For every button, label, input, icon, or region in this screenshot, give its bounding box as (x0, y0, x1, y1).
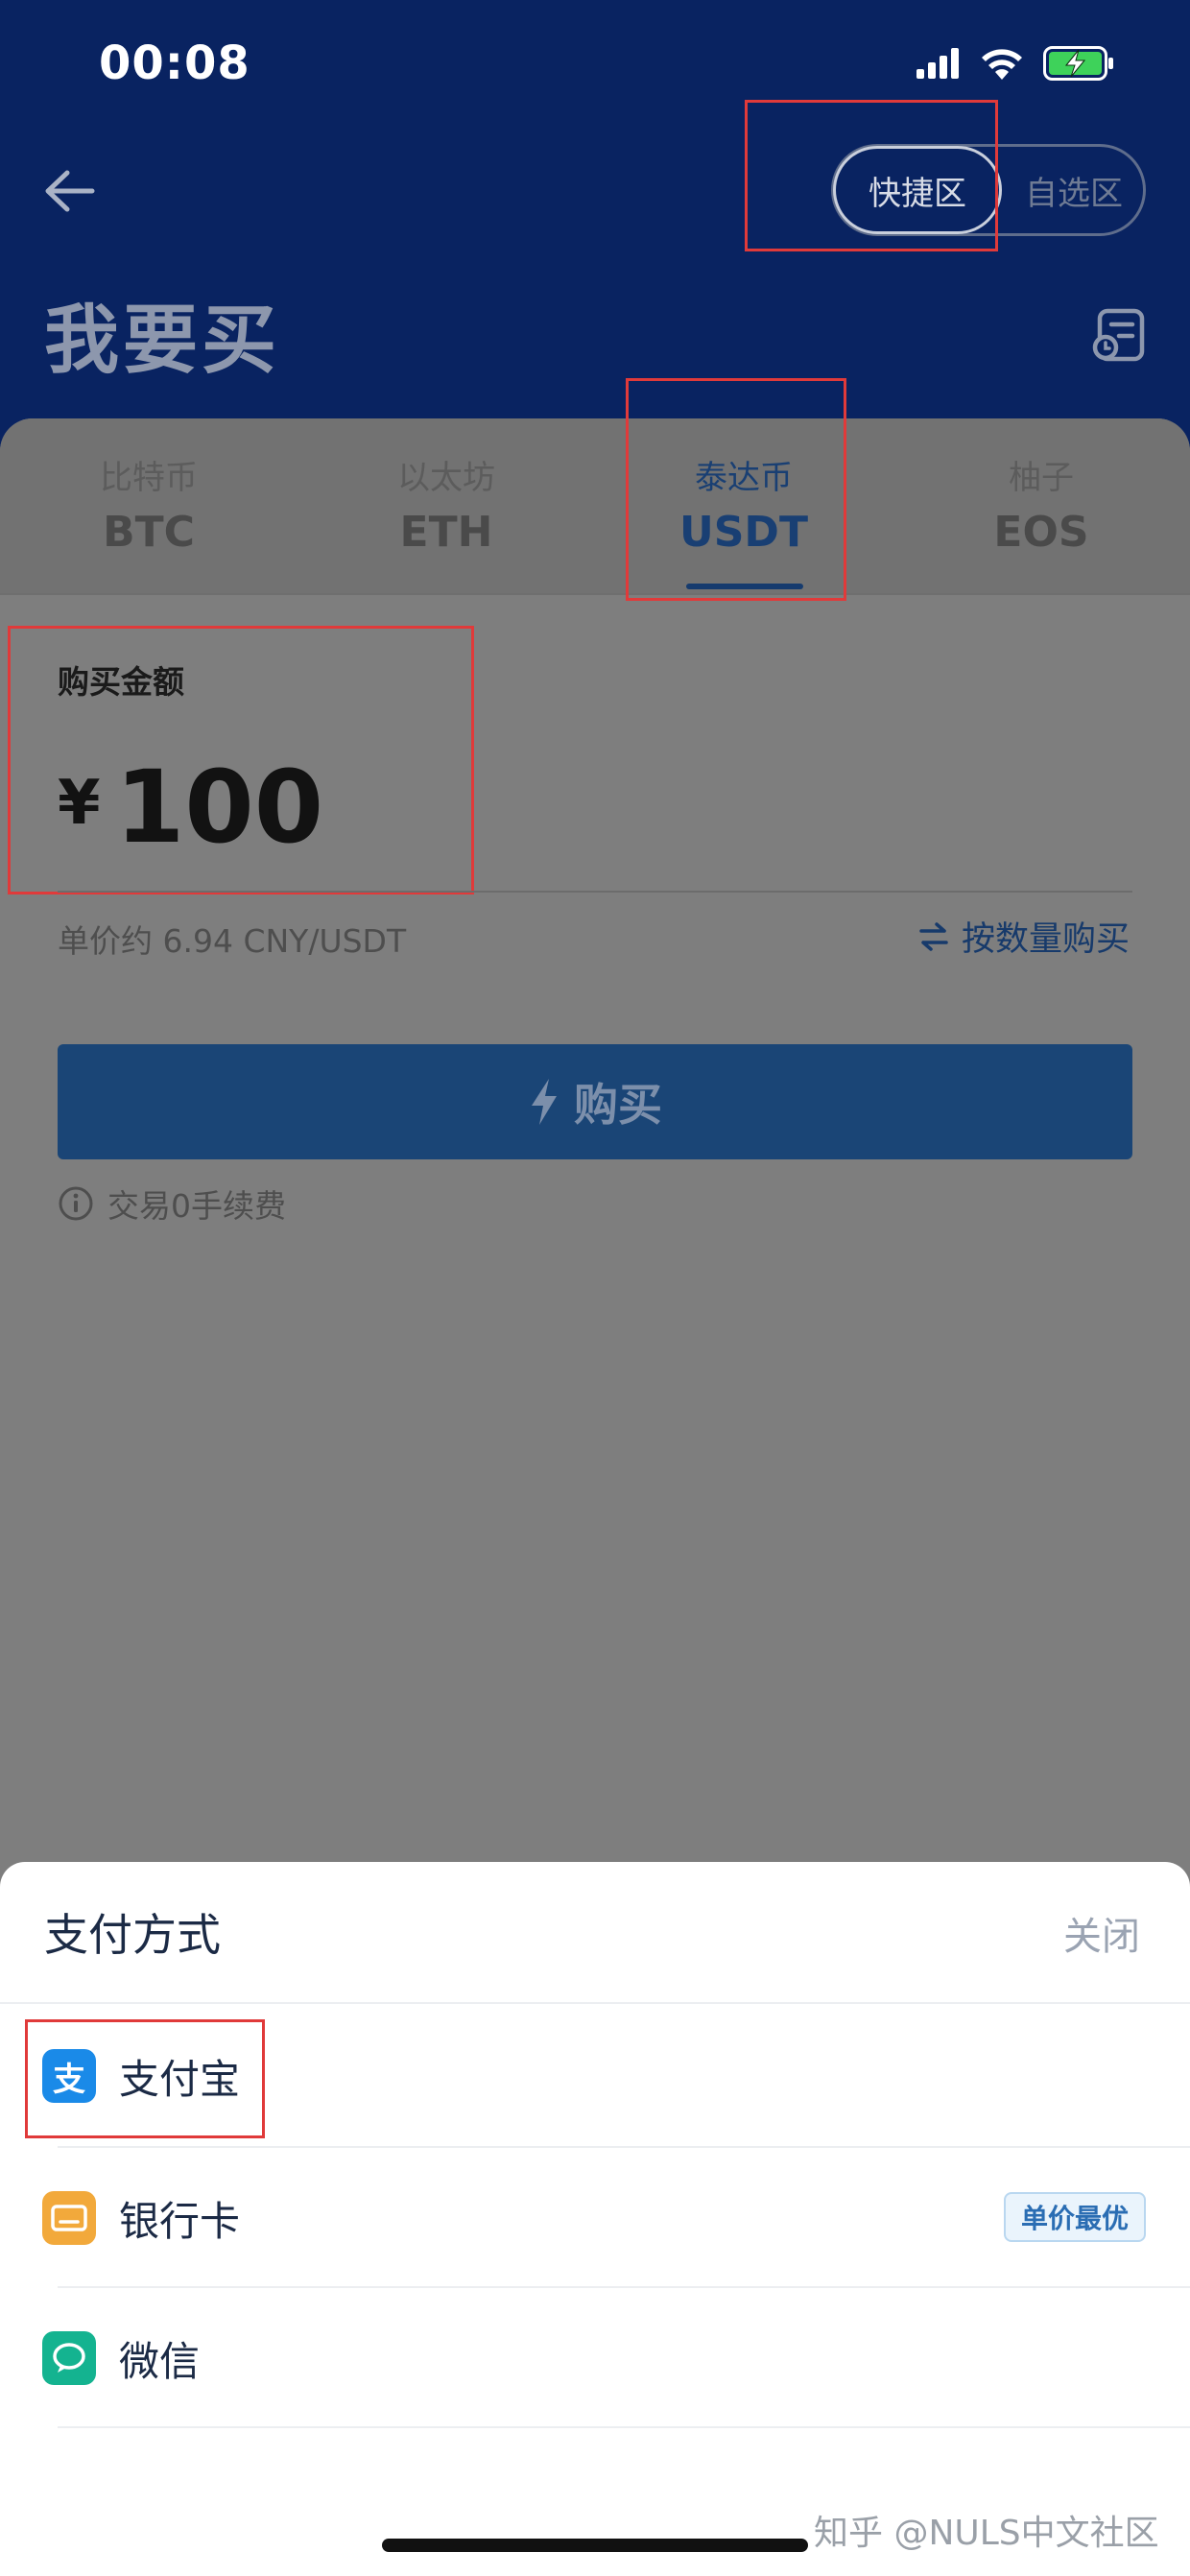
back-arrow-icon[interactable] (38, 161, 98, 221)
payment-option-label: 微信 (119, 2337, 201, 2385)
highlight-box (626, 378, 846, 601)
divider (0, 2002, 1190, 2004)
info-icon (59, 1186, 93, 1221)
sheet-title: 支付方式 (44, 1909, 221, 1961)
divider (58, 2426, 1190, 2428)
lightning-icon (532, 1079, 557, 1125)
buy-button-label: 购买 (574, 1079, 662, 1131)
bank-card-icon (42, 2191, 96, 2245)
home-indicator[interactable] (382, 2539, 808, 2552)
buy-by-quantity-label: 按数量购买 (962, 920, 1130, 959)
wifi-icon (982, 49, 1022, 80)
tab-btc[interactable]: 比特币 BTC (0, 451, 298, 557)
divider (58, 891, 1132, 893)
highlight-box (745, 100, 998, 251)
page-title: 我要买 (44, 298, 281, 384)
order-record-icon[interactable] (1090, 305, 1150, 365)
status-time: 00:08 (99, 36, 250, 90)
swap-icon (919, 921, 948, 951)
highlight-box (8, 626, 474, 894)
close-button[interactable]: 关闭 (1063, 1905, 1140, 1961)
buy-by-quantity-link[interactable]: 按数量购买 (917, 912, 1130, 961)
highlight-box (25, 2019, 265, 2138)
custom-zone-toggle[interactable]: 自选区 (1002, 146, 1146, 234)
fee-note-text: 交易0手续费 (107, 1187, 286, 1225)
tab-eos[interactable]: 柚子 EOS (892, 451, 1190, 557)
unit-price: 单价约 6.94 CNY/USDT (58, 922, 407, 960)
wechat-icon (42, 2331, 96, 2385)
fee-note: 交易0手续费 (58, 1181, 286, 1227)
tab-eth[interactable]: 以太坊 ETH (298, 451, 595, 557)
signal-icon (916, 48, 959, 79)
battery-charging-icon (1043, 46, 1113, 81)
status-icons (916, 44, 1114, 83)
watermark: 知乎 @NULS中文社区 (814, 2514, 1159, 2553)
buy-button[interactable]: 购买 (58, 1044, 1132, 1159)
payment-option-label: 银行卡 (119, 2197, 241, 2245)
payment-option-wechat[interactable]: 微信 (0, 2288, 1190, 2428)
divider (0, 593, 1190, 595)
best-price-badge: 单价最优 (1004, 2192, 1146, 2242)
